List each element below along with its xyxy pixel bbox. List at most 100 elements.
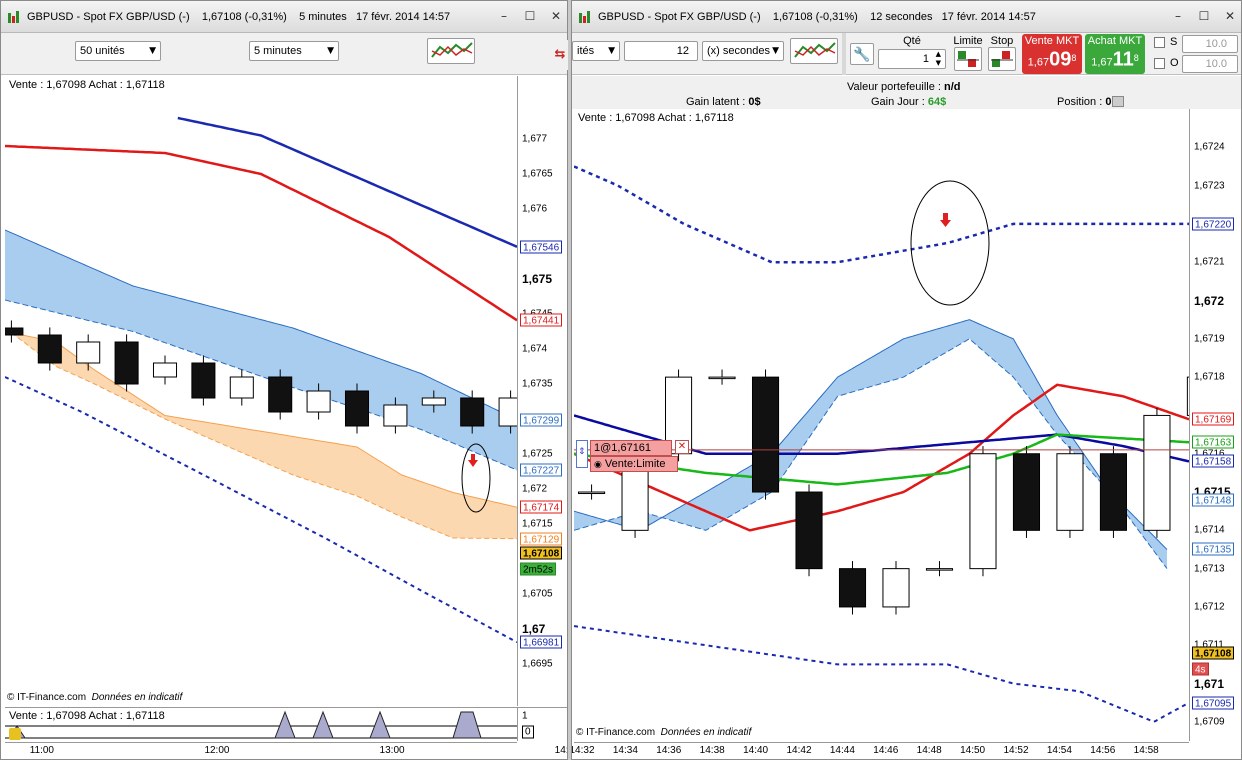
right-price-axis[interactable]: 1,67241,67231,67221,67211,6721,67191,671… (1189, 109, 1241, 741)
buy-price-sup: 8 (1133, 53, 1139, 63)
left-sub-axis: 1 0 (517, 707, 567, 741)
title-period: 12 secondes (870, 10, 933, 23)
minimize-icon[interactable]: – (497, 9, 511, 23)
maximize-icon[interactable]: ☐ (523, 9, 537, 23)
units-select[interactable]: ités ▼ (572, 41, 620, 61)
y-tick-label: 1,6695 (522, 658, 553, 670)
right-title-bar[interactable]: GBPUSD - Spot FX GBP/USD (-) 1,67108 (-0… (572, 1, 1241, 33)
updown-arrows-icon: ⇕ (578, 446, 586, 457)
y-tick-label: 1,6724 (1194, 141, 1225, 153)
period-select[interactable]: 5 minutes ▼ (249, 41, 339, 61)
candle-body (229, 376, 254, 399)
y-tick-label: 1,676 (522, 203, 548, 215)
candle-body (498, 397, 517, 427)
toolbar-separator (842, 33, 846, 75)
price-badge: 1,67169 (1192, 412, 1235, 426)
limit-order-button[interactable] (954, 47, 982, 71)
o-label: O (1170, 57, 1179, 69)
y-tick-label: 1,6723 (1194, 180, 1225, 192)
y-tick-label: 1,6765 (522, 168, 553, 180)
position-close-icon[interactable] (1112, 96, 1124, 107)
s-input[interactable]: 10.0 (1182, 35, 1238, 53)
units-select[interactable]: 50 unités ▼ (75, 41, 161, 61)
alert-bell-icon[interactable] (9, 728, 21, 740)
period-value-input[interactable]: 12 (624, 41, 698, 61)
price-badge: 1,67227 (520, 463, 563, 477)
left-plot-area[interactable]: Vente : 1,67098 Achat : 1,67118 © IT-Fin… (5, 76, 517, 706)
y-tick-label: 1,67 (522, 622, 546, 636)
position: Position : 0 (1057, 96, 1112, 108)
candle-body (191, 362, 216, 399)
order-label[interactable]: 1@1,67161 ✕ (590, 439, 689, 456)
limit-label: Limite (953, 35, 983, 47)
buy-market-button[interactable]: Achat MKT 1,67118 (1085, 34, 1145, 74)
period-unit-select[interactable]: (x) secondes ▼ (702, 41, 784, 61)
price-badge: 1,67299 (520, 413, 563, 427)
x-tick-label: 14:46 (873, 745, 899, 756)
order-drag-handle[interactable]: ⇕ (576, 439, 588, 468)
x-tick-label: 14:52 (1003, 745, 1029, 756)
y-tick-label: 1,677 (522, 133, 548, 145)
qty-stepper[interactable]: 1 ▲ ▼ (878, 49, 946, 69)
stop-order-button[interactable] (988, 47, 1016, 71)
candle-body (795, 491, 823, 570)
candle-body (268, 376, 293, 413)
y-tick-label: 1,672 (1194, 293, 1225, 308)
title-symbol: GBPUSD (598, 10, 645, 23)
close-icon[interactable]: ✕ (1223, 9, 1237, 23)
left-copyright: © IT-Finance.com Données en indicatif (7, 692, 183, 703)
order-type: ◉ Vente:Limite (590, 455, 678, 472)
indicators-button[interactable] (427, 38, 475, 64)
y-tick-label: 1,6721 (1194, 256, 1225, 268)
candle-body (1012, 453, 1041, 531)
chevron-down-icon: ▼ (608, 46, 615, 56)
left-sub-panel: Vente : 1,67098 Achat : 1,67118 (5, 707, 517, 741)
x-tick-label: 14:54 (1046, 745, 1072, 756)
y-tick-label: 1,6714 (1194, 524, 1225, 536)
indicators-button[interactable] (790, 38, 838, 64)
candle-body (925, 568, 954, 571)
arrow-swap-icon[interactable]: ⇆ (552, 40, 568, 70)
cancel-order-icon[interactable]: ✕ (675, 439, 689, 454)
x-tick-label: 14:48 (916, 745, 942, 756)
bar-timer-badge: 4s (1192, 662, 1209, 676)
left-price-axis[interactable]: 1,6771,67651,6761,6751,67451,6741,67351,… (517, 76, 567, 706)
buy-price-big: 11 (1112, 48, 1134, 71)
candle-body (1099, 453, 1127, 531)
title-price: 1,67108 (-0,31%) (201, 10, 287, 23)
stepper-arrows-icon[interactable]: ▲ ▼ (936, 50, 941, 68)
title-name: Spot FX GBP/USD (-) (83, 10, 190, 23)
portfolio-bar: Valeur portefeuille : n/d Gain latent : … (572, 76, 1241, 109)
window-divider[interactable] (568, 0, 571, 760)
s-checkbox[interactable] (1154, 37, 1165, 48)
candle-body (114, 341, 139, 385)
left-title-bar[interactable]: GBPUSD - Spot FX GBP/USD (-) 1,67108 (-0… (1, 1, 567, 33)
price-badge: 1,66981 (520, 635, 563, 649)
right-plot-area[interactable]: Vente : 1,67098 Achat : 1,67118 © IT-Fin… (574, 109, 1189, 741)
indicators-icon (794, 42, 836, 58)
title-name: Spot FX GBP/USD (-) (654, 10, 761, 23)
order-type-text: Vente:Limite (604, 457, 666, 470)
lower-bb-line (574, 625, 1189, 723)
y-tick-label: 1,671 (1194, 676, 1225, 691)
sell-price-prefix: 1,67 (1027, 56, 1050, 69)
right-time-axis[interactable]: 14:32 14:34 14:36 14:38 14:40 14:42 14:44 14:46… (572, 742, 1189, 759)
price-badge: 1,67108 (1192, 646, 1235, 660)
minimize-icon[interactable]: – (1171, 9, 1185, 23)
close-icon[interactable]: ✕ (549, 9, 563, 23)
o-input[interactable]: 10.0 (1182, 55, 1238, 73)
s-label: S (1170, 36, 1178, 48)
candle-body (306, 390, 331, 413)
wrench-icon[interactable]: 🔧 (850, 43, 874, 65)
left-time-axis[interactable]: 11:00 12:00 13:00 14:00 (5, 742, 567, 759)
candle-body (708, 376, 736, 380)
candle-body (76, 341, 101, 364)
sell-market-button[interactable]: Vente MKT 1,67098 (1022, 34, 1082, 74)
o-checkbox[interactable] (1154, 58, 1165, 69)
sub-scale-top: 1 (522, 710, 528, 722)
eye-icon[interactable]: ◉ (594, 460, 602, 470)
right-quote-info: Vente : 1,67098 Achat : 1,67118 (578, 112, 734, 124)
maximize-icon[interactable]: ☐ (1197, 9, 1211, 23)
x-tick-label: 14:40 (743, 745, 769, 756)
left-toolbar: 50 unités ▼ 5 minutes ▼ (1, 33, 567, 75)
